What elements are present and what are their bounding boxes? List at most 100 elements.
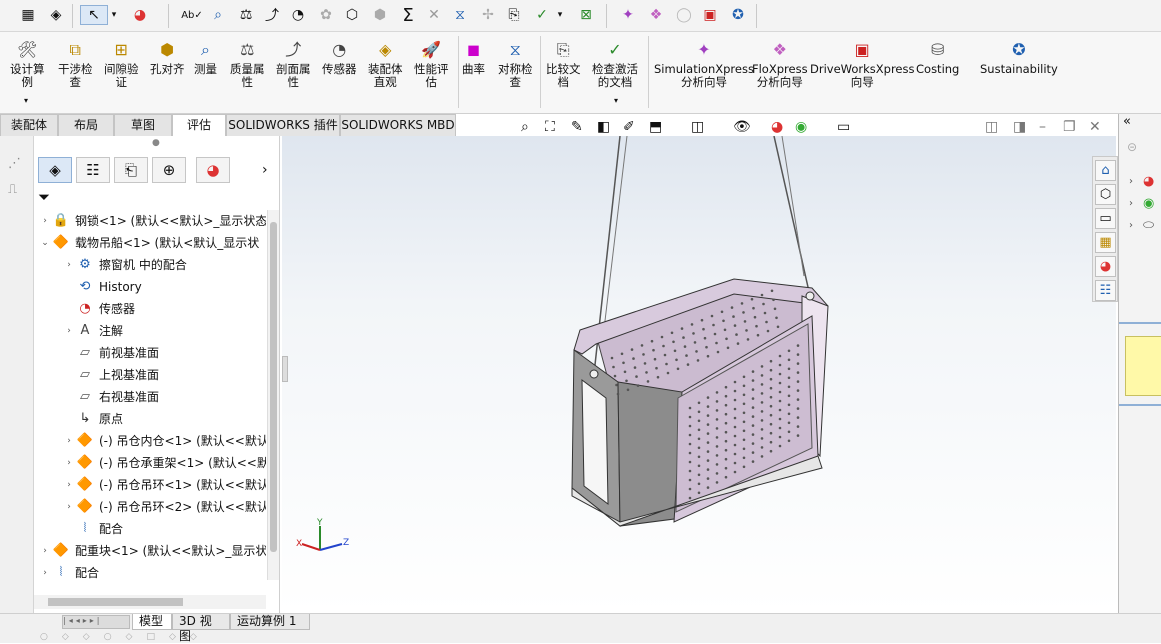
expand-arrow-icon[interactable]: ›	[62, 474, 76, 496]
panel-grip[interactable]: ●	[152, 138, 160, 148]
tree-node[interactable]: › 🔒 钢锁<1> (默认<<默认>_显示状态	[38, 210, 266, 232]
tree-node[interactable]: ⟲ History	[62, 276, 142, 298]
back-icon[interactable]: ⊝	[1127, 140, 1137, 154]
view-palette-icon[interactable]: ▦	[1095, 232, 1116, 253]
design-library-icon[interactable]: ⬡	[1095, 184, 1116, 205]
simulation-icon[interactable]: ✦	[618, 5, 638, 25]
chevron-right-icon[interactable]: ›	[1129, 198, 1133, 209]
simulationxpress-button[interactable]: ✦ SimulationXpress 分析向导	[654, 38, 754, 89]
tree-node[interactable]: ⌄ 🔶 载物吊船<1> (默认<默认_显示状	[38, 232, 259, 254]
check-icon[interactable]: ✓	[532, 5, 552, 25]
measure-icon[interactable]: ⌕	[208, 5, 228, 25]
expand-arrow-icon[interactable]: ›	[62, 430, 76, 452]
mass-icon[interactable]: ⚖	[236, 5, 256, 25]
previous-view-icon[interactable]: ✎	[571, 119, 583, 135]
tree-node[interactable]: ▱ 右视基准面	[62, 386, 159, 408]
pin-icon[interactable]: ✢	[478, 5, 498, 25]
chevron-down-icon[interactable]: ▾	[614, 96, 618, 105]
chevron-right-icon[interactable]: ›	[1129, 220, 1133, 231]
step-icon[interactable]: ⎍	[8, 182, 17, 197]
curvature-button[interactable]: ◼ 曲率	[462, 38, 485, 76]
view-orientation-icon[interactable]: ⬒	[649, 119, 662, 135]
vertical-scrollbar[interactable]	[267, 210, 279, 580]
graphics-area[interactable]: Y X Z	[282, 136, 1116, 613]
tree-node[interactable]: ▱ 前视基准面	[62, 342, 159, 364]
floxpress-button[interactable]: ❖ FloXpress 分析向导	[752, 38, 808, 89]
hide-show-icon[interactable]: 👁	[733, 119, 751, 135]
compare-icon[interactable]: ⎘	[504, 5, 524, 25]
chevron-down-icon[interactable]: ▾	[108, 5, 120, 25]
tab-scroll-arrows[interactable]: |◂◂▸▸|	[62, 615, 130, 629]
expand-arrow-icon[interactable]: ⌄	[38, 232, 52, 254]
display-manager-tab-icon[interactable]: ◕	[196, 157, 230, 183]
decal-item-icon[interactable]: ⬭	[1143, 218, 1154, 233]
box-check-icon[interactable]: ⬡	[342, 5, 362, 25]
performance-evaluation-button[interactable]: 🚀 性能评 估	[414, 38, 449, 89]
appearances-icon[interactable]: ◕	[1095, 256, 1116, 277]
tab-5[interactable]: SOLIDWORKS MBD	[340, 114, 456, 136]
symmetry-check-button[interactable]: ⧖ 对称检 查	[498, 38, 533, 89]
scene-item-icon[interactable]: ◉	[1143, 196, 1154, 211]
symmetry-icon[interactable]: ⧖	[450, 5, 470, 25]
dimxpert-tab-icon[interactable]: ⊕	[152, 157, 186, 183]
compare-documents-button[interactable]: ⎘ 比较文 档	[546, 38, 581, 89]
tree-node[interactable]: › 🔶 (-) 吊仓吊环<2> (默认<<默认	[62, 496, 266, 518]
section-view-icon[interactable]: ◧	[597, 119, 610, 135]
spelling-icon[interactable]: Ab✓	[181, 5, 203, 25]
tab-4[interactable]: SOLIDWORKS 插件	[226, 114, 340, 136]
circle-check-icon[interactable]: ◯	[674, 5, 694, 25]
tree-node[interactable]: › 🔶 (-) 吊仓内仓<1> (默认<<默认	[62, 430, 266, 452]
edit-appearance-icon[interactable]: ◕	[771, 119, 783, 135]
shield-icon[interactable]: ⬢	[370, 5, 390, 25]
configuration-tab-icon[interactable]: ⎗	[114, 157, 148, 183]
tab-1[interactable]: 布局	[58, 114, 114, 136]
restore-icon[interactable]: ◫	[985, 119, 998, 135]
maximize-icon[interactable]: ❐	[1063, 119, 1076, 135]
driveworksxpress-button[interactable]: ▣ DriveWorksXpress 向导	[810, 38, 914, 89]
assembly-visualization-button[interactable]: ◈ 装配体 直观	[368, 38, 403, 89]
chevron-right-icon[interactable]: ›	[1129, 176, 1133, 187]
gauge-icon[interactable]: ◔	[288, 5, 308, 25]
chevron-down-icon[interactable]: ▾	[24, 96, 28, 105]
check-active-document-button[interactable]: ✓ 检查激活 的文档	[592, 38, 638, 89]
tree-node[interactable]: › ⦚ 配合	[38, 562, 99, 584]
design-table-button[interactable]: 🛠 设计算 例	[10, 38, 45, 89]
scene-icon[interactable]: ◉	[795, 119, 807, 135]
clearance-verification-button[interactable]: ⊞ 间隙验 证	[104, 38, 139, 89]
hole-alignment-button[interactable]: ⬢ 孔对齐	[150, 38, 185, 76]
feature-tree-tab-icon[interactable]: ◈	[38, 157, 72, 183]
sustainability-icon[interactable]: ✪	[728, 5, 748, 25]
tree-node[interactable]: ▱ 上视基准面	[62, 364, 159, 386]
sketch-icon[interactable]: ⤴	[262, 5, 282, 25]
appearance-icon[interactable]: ◕	[130, 5, 150, 25]
sustainability-button[interactable]: ✪ Sustainability	[980, 38, 1058, 76]
expand-arrow-icon[interactable]: ›	[38, 540, 52, 562]
expand-arrow-icon[interactable]: ›	[62, 496, 76, 518]
measure-button[interactable]: ⌕ 测量	[194, 38, 217, 76]
chevron-down-icon[interactable]: ▾	[554, 5, 566, 25]
property-manager-tab-icon[interactable]: ☷	[76, 157, 110, 183]
expand-arrow-icon[interactable]: ›	[62, 254, 76, 276]
sum-icon[interactable]: Σ	[398, 5, 418, 26]
expand-arrow-icon[interactable]: ›	[62, 452, 76, 474]
close-icon[interactable]: ✕	[1089, 119, 1101, 135]
scroll-thumb[interactable]	[48, 598, 183, 606]
zoom-to-fit-icon[interactable]: ⌕	[521, 119, 529, 135]
bottom-tab-2[interactable]: 运动算例 1	[230, 614, 310, 630]
expand-arrow-icon[interactable]: ›	[38, 210, 52, 232]
tab-0[interactable]: 装配体	[0, 114, 58, 136]
tab-2[interactable]: 草图	[114, 114, 172, 136]
driveworks-icon[interactable]: ▣	[700, 5, 720, 25]
interference-detection-button[interactable]: ⧉ 干涉检 查	[58, 38, 93, 89]
home-icon[interactable]: ⌂	[1095, 160, 1116, 181]
expand-arrow-icon[interactable]: ›	[62, 320, 76, 342]
tree-node[interactable]: › 🔶 (-) 吊仓承重架<1> (默认<<默	[62, 452, 266, 474]
tree-node[interactable]: › ⚙ 擦窗机 中的配合	[62, 254, 187, 276]
display-style-icon[interactable]: ◫	[691, 119, 704, 135]
tree-node[interactable]: ◔ 传感器	[62, 298, 135, 320]
zoom-area-icon[interactable]: ⛶	[545, 119, 555, 135]
tab-3[interactable]: 评估	[172, 114, 226, 136]
filter-icon[interactable]: ⏷	[38, 188, 50, 206]
tree-node[interactable]: ↳ 原点	[62, 408, 123, 430]
tree-node[interactable]: ⦚ 配合	[62, 518, 123, 540]
